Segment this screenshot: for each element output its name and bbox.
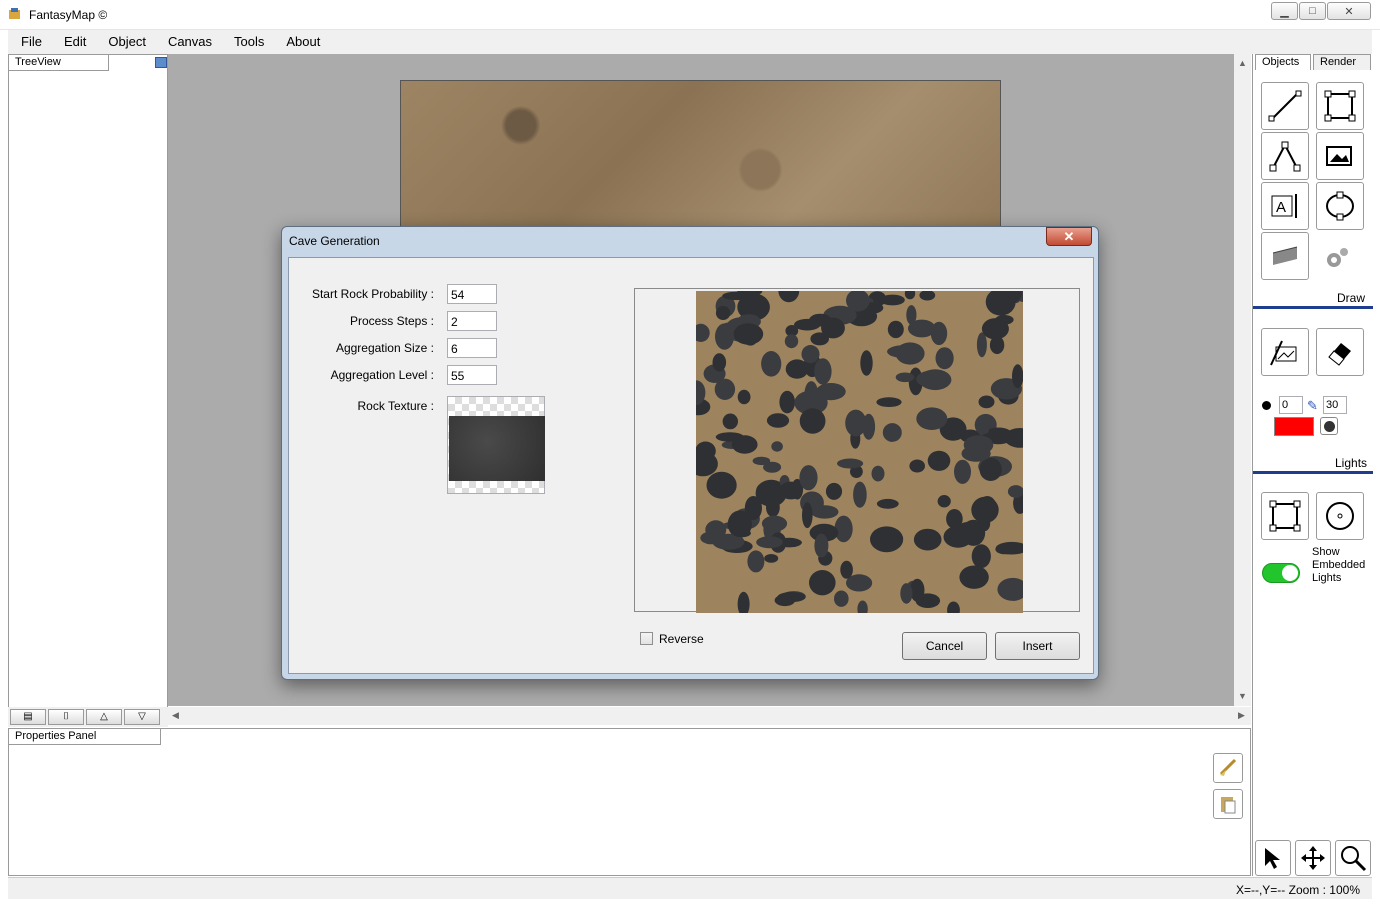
cave-pattern — [696, 291, 1023, 613]
status-bar: X=--,Y=-- Zoom : 100% — [8, 877, 1372, 899]
cave-preview-panel — [634, 288, 1080, 613]
aggregation-size-label: Aggregation Size : — [335, 341, 434, 355]
minimize-button[interactable]: ▁ — [1271, 2, 1298, 20]
svg-text:A: A — [1276, 199, 1286, 216]
section-divider — [1253, 471, 1373, 474]
menu-bar: File Edit Object Canvas Tools About — [8, 30, 1372, 54]
tools-panel: Objects Render A Draw 0 ✎ 30 Lights Show… — [1252, 54, 1373, 876]
cancel-button[interactable]: Cancel — [902, 632, 987, 660]
path-tool-icon[interactable] — [1261, 132, 1309, 180]
menu-about[interactable]: About — [273, 31, 329, 53]
eraser-tool-icon[interactable] — [1316, 328, 1364, 376]
start-rock-probability-input[interactable]: 54 — [447, 284, 497, 304]
brush-size-input[interactable]: 0 — [1279, 396, 1303, 414]
embedded-lights-toggle[interactable] — [1262, 563, 1300, 583]
scroll-up-icon[interactable]: ▲ — [1238, 58, 1247, 68]
cave-generation-dialog: Cave Generation ✕ Start Rock Probability… — [281, 226, 1099, 680]
folder-icon[interactable]: ▤ — [10, 709, 46, 725]
draw-section-label: Draw — [1337, 291, 1366, 305]
process-steps-label: Process Steps : — [349, 314, 434, 328]
title-bar: FantasyMap © ▁ □ ✕ — [0, 0, 1380, 30]
scroll-down-icon[interactable]: ▼ — [1238, 691, 1247, 701]
window-title: FantasyMap © — [29, 8, 108, 22]
move-up-icon[interactable]: △ — [86, 709, 122, 725]
brush-width-input[interactable]: 30 — [1323, 396, 1347, 414]
paste-icon[interactable] — [1213, 789, 1243, 819]
pan-move-icon[interactable] — [1295, 840, 1331, 876]
tab-objects[interactable]: Objects — [1255, 54, 1311, 70]
treeview-header: TreeView — [9, 55, 109, 71]
menu-file[interactable]: File — [8, 31, 51, 53]
line-tool-icon[interactable] — [1261, 82, 1309, 130]
dialog-close-button[interactable]: ✕ — [1046, 227, 1092, 246]
insert-button[interactable]: Insert — [995, 632, 1080, 660]
paint-texture-tool-icon[interactable] — [1261, 328, 1309, 376]
dirt-texture-object[interactable] — [400, 80, 1001, 230]
menu-canvas[interactable]: Canvas — [155, 31, 221, 53]
reverse-label: Reverse — [659, 632, 704, 646]
tree-toolbar: ▤ ⌷ △ ▽ — [8, 707, 168, 727]
rock-texture-image — [449, 416, 545, 481]
select-pointer-icon[interactable] — [1255, 840, 1291, 876]
aggregation-level-label: Aggregation Level : — [330, 368, 434, 382]
light-area-tool-icon[interactable] — [1261, 492, 1309, 540]
move-down-icon[interactable]: ▽ — [124, 709, 160, 725]
status-coordinates: X=--,Y=-- Zoom : 100% — [1235, 883, 1360, 897]
process-steps-input[interactable]: 2 — [447, 311, 497, 331]
show-embedded-lights-label: Show Embedded Lights — [1312, 546, 1366, 584]
color-swatch[interactable] — [1274, 417, 1314, 436]
menu-tools[interactable]: Tools — [221, 31, 273, 53]
aggregation-size-input[interactable]: 6 — [447, 338, 497, 358]
properties-header: Properties Panel — [9, 729, 161, 745]
zoom-magnifier-icon[interactable] — [1335, 840, 1371, 876]
rectangle-tool-icon[interactable] — [1316, 82, 1364, 130]
pin-icon[interactable] — [155, 57, 167, 68]
brush-shape-icon[interactable] — [1320, 417, 1338, 435]
close-window-button[interactable]: ✕ — [1327, 2, 1371, 20]
menu-edit[interactable]: Edit — [51, 31, 95, 53]
start-rock-probability-label: Start Rock Probability : — [311, 287, 434, 301]
properties-panel[interactable]: Properties Panel — [8, 728, 1251, 876]
reverse-checkbox[interactable] — [640, 632, 653, 645]
brush-size-icon — [1262, 401, 1271, 410]
rock-texture-picker[interactable] — [447, 396, 545, 494]
delete-icon[interactable]: ⌷ — [48, 709, 84, 725]
rock-texture-label: Rock Texture : — [357, 399, 434, 413]
scroll-right-icon[interactable]: ▶ — [1238, 710, 1245, 721]
texture-fill-tool-icon[interactable] — [1261, 232, 1309, 280]
horizontal-scrollbar[interactable]: ◀ ▶ — [168, 707, 1251, 725]
treeview-panel[interactable]: TreeView — [8, 54, 168, 709]
section-divider — [1253, 306, 1373, 309]
cave-preview-image — [696, 291, 1023, 613]
dialog-body: Start Rock Probability : 54 Process Step… — [288, 257, 1094, 674]
text-tool-icon[interactable]: A — [1261, 182, 1309, 230]
app-logo-icon — [8, 7, 22, 21]
image-tool-icon[interactable] — [1316, 132, 1364, 180]
pen-icon: ✎ — [1307, 398, 1318, 413]
tab-render[interactable]: Render — [1313, 54, 1371, 70]
dialog-title: Cave Generation — [289, 234, 380, 248]
aggregation-level-input[interactable]: 55 — [447, 365, 497, 385]
menu-object[interactable]: Object — [95, 31, 155, 53]
scroll-left-icon[interactable]: ◀ — [172, 710, 179, 721]
brush-clean-icon[interactable] — [1213, 753, 1243, 783]
ellipse-tool-icon[interactable] — [1316, 182, 1364, 230]
maximize-button[interactable]: □ — [1299, 2, 1326, 20]
lights-section-label: Lights — [1335, 456, 1368, 470]
point-light-tool-icon[interactable] — [1316, 492, 1364, 540]
vertical-scrollbar[interactable]: ▲ ▼ — [1234, 54, 1251, 706]
settings-gear-icon[interactable] — [1322, 244, 1352, 274]
